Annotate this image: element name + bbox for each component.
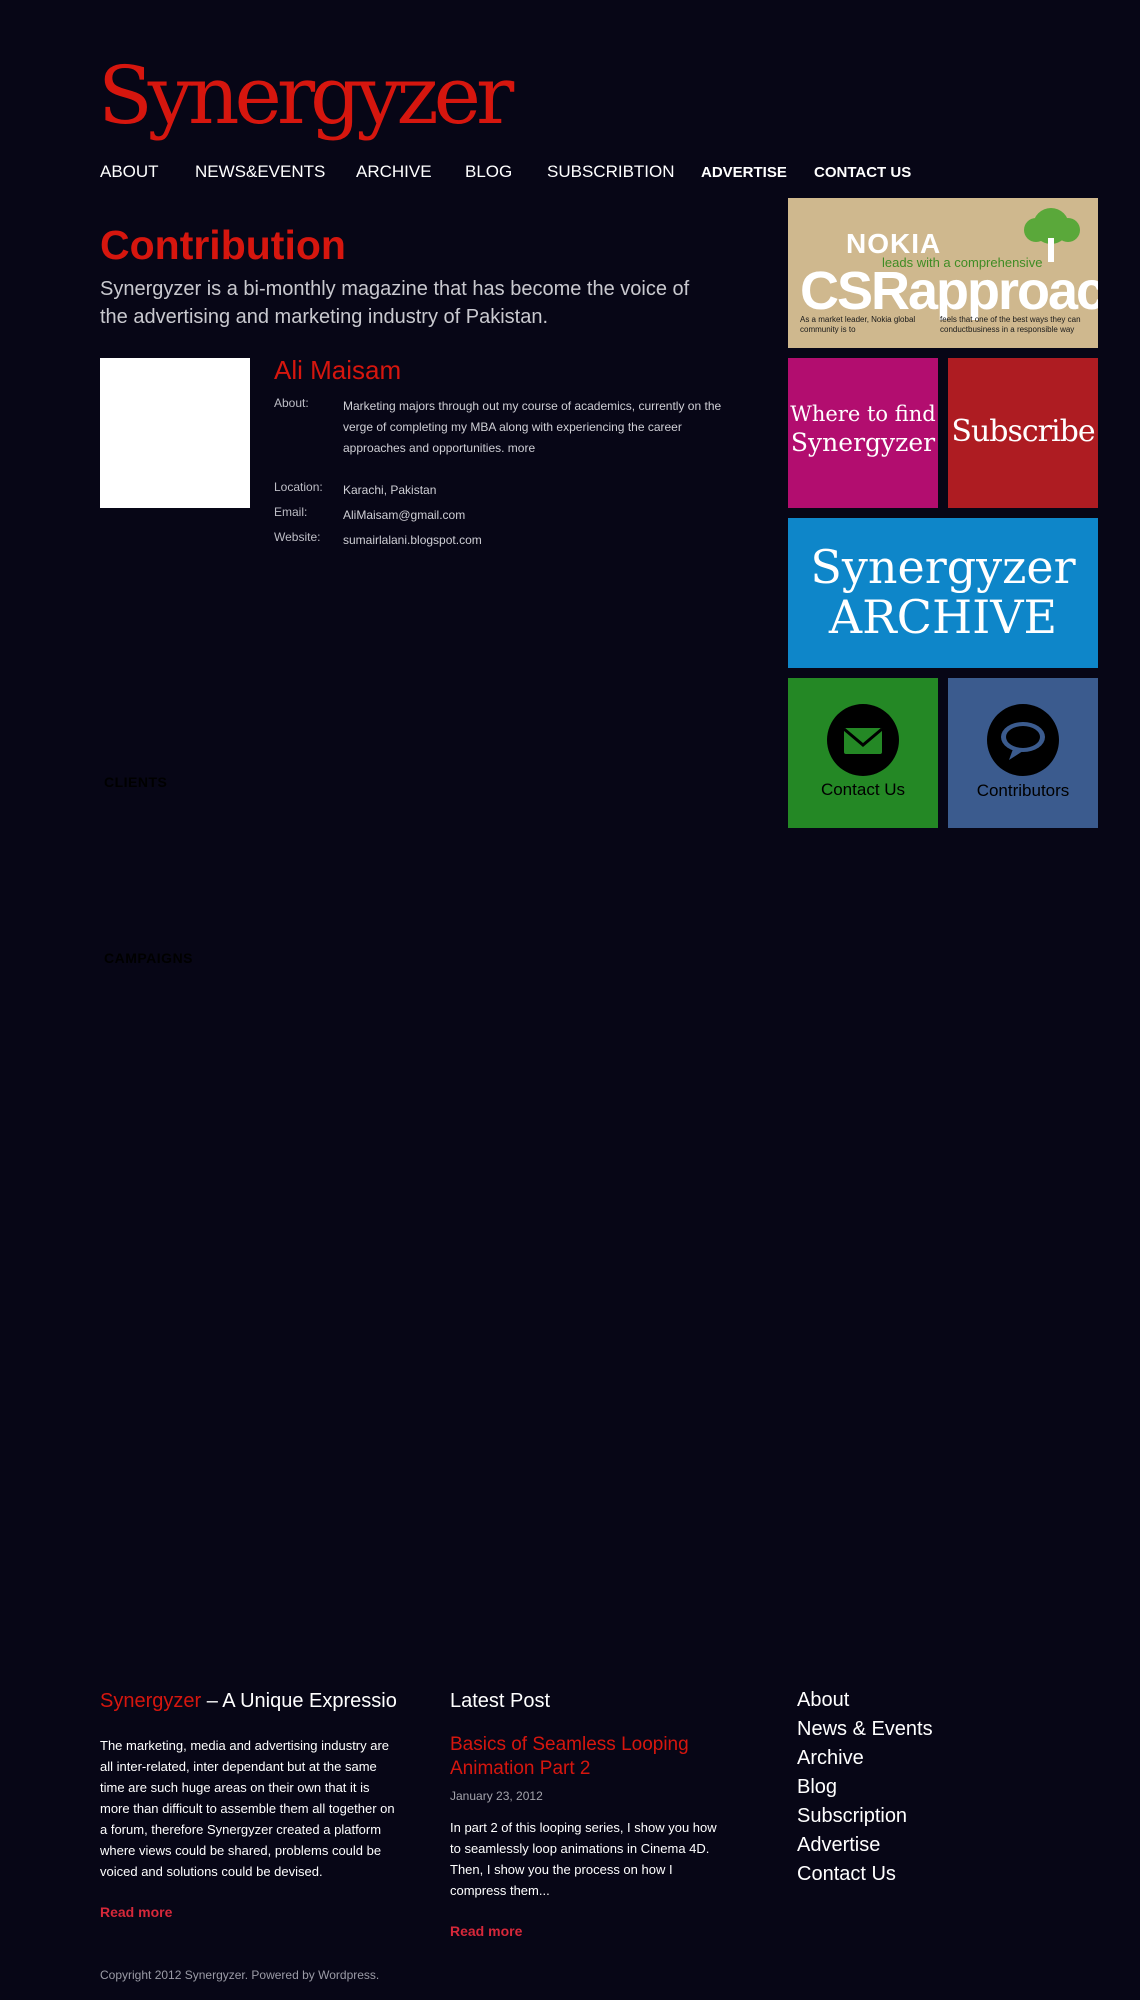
where-to-find-line2: Synergyzer [790, 428, 936, 457]
author-email-label: Email: [274, 505, 308, 519]
copyright: Copyright 2012 Synergyzer. Powered by Wo… [100, 1968, 380, 1982]
envelope-icon [827, 704, 899, 776]
footer-link-subscription[interactable]: Subscription [797, 1802, 997, 1831]
footer-about-brand: Synergyzer [100, 1690, 202, 1712]
author-website-label: Website: [274, 530, 321, 544]
author-avatar [100, 358, 250, 508]
footer-link-news-events[interactable]: News & Events [797, 1715, 997, 1744]
ad-text-left: As a market leader, Nokia global communi… [800, 315, 916, 334]
nav-advertise[interactable]: ADVERTISE [701, 164, 787, 181]
latest-post-title[interactable]: Basics of Seamless Looping Animation Par… [450, 1733, 730, 1781]
footer-about: Synergyzer – A Unique Expressio The mark… [100, 1690, 400, 1920]
site-logo[interactable]: Synergyzer [98, 56, 514, 136]
clients-heading: CLIENTS [104, 774, 168, 790]
ad-headline: CSRapproach [800, 261, 1098, 321]
nav-blog[interactable]: BLOG [465, 162, 512, 182]
subscribe-tile[interactable]: Subscribe [948, 358, 1098, 508]
archive-line1: Synergyzer [810, 540, 1076, 594]
author-about-label: About: [274, 396, 309, 410]
archive-tile[interactable]: Synergyzer ARCHIVE [788, 518, 1098, 668]
author-location-label: Location: [274, 480, 323, 494]
page-title: Contribution [100, 222, 346, 268]
subscribe-label: Subscribe [951, 414, 1095, 449]
footer-latest-title: Latest Post [450, 1690, 551, 1712]
author-about-text: Marketing majors through out my course o… [343, 399, 722, 455]
nav-about[interactable]: ABOUT [100, 162, 159, 182]
archive-line2: ARCHIVE [828, 590, 1058, 644]
footer-link-blog[interactable]: Blog [797, 1773, 997, 1802]
nav-subscription[interactable]: SUBSCRIBTION [547, 162, 675, 182]
page-intro: Synergyzer is a bi-monthly magazine that… [100, 278, 690, 328]
footer-link-contact-us[interactable]: Contact Us [797, 1860, 997, 1889]
latest-post-date: January 23, 2012 [450, 1789, 543, 1803]
nav-news-events[interactable]: NEWS&EVENTS [195, 162, 325, 182]
latest-post-read-more[interactable]: Read more [450, 1923, 730, 1939]
campaigns-heading: CAMPAIGNS [104, 950, 194, 966]
footer-about-text: The marketing, media and advertising ind… [100, 1738, 395, 1879]
contact-us-label: Contact Us [820, 780, 906, 799]
footer-about-title-rest: – A Unique Expressio [201, 1690, 397, 1712]
speech-bubble-icon [987, 704, 1059, 776]
ad-text-right: feels that one of the best ways they can… [940, 315, 1081, 334]
nav-archive[interactable]: ARCHIVE [356, 162, 432, 182]
contributors-label: Contributors [976, 781, 1070, 800]
where-to-find-tile[interactable]: Where to find Synergyzer [788, 358, 938, 508]
where-to-find-line1: Where to find [790, 402, 936, 426]
nokia-csr-ad-banner[interactable]: NOKIA leads with a comprehensive CSRappr… [788, 198, 1098, 348]
author-website-link[interactable]: sumairlalani.blogspot.com [343, 530, 723, 551]
footer-latest-post: Latest Post Basics of Seamless Looping A… [450, 1690, 730, 1939]
nav-contact-us[interactable]: CONTACT US [814, 164, 911, 181]
footer-about-read-more[interactable]: Read more [100, 1904, 400, 1920]
footer-link-archive[interactable]: Archive [797, 1744, 997, 1773]
author-location-value: Karachi, Pakistan [343, 483, 437, 497]
contributors-tile[interactable]: Contributors [948, 678, 1098, 828]
footer-about-title: Synergyzer – A Unique Expressio [100, 1690, 400, 1713]
footer-link-advertise[interactable]: Advertise [797, 1831, 997, 1860]
contact-us-tile[interactable]: Contact Us [788, 678, 938, 828]
latest-post-excerpt: In part 2 of this looping series, I show… [450, 1820, 717, 1898]
author-email-link[interactable]: AliMaisam@gmail.com [343, 505, 723, 526]
author-name: Ali Maisam [274, 355, 402, 385]
footer-links: About News & Events Archive Blog Subscri… [797, 1686, 997, 1889]
footer-link-about[interactable]: About [797, 1686, 997, 1715]
